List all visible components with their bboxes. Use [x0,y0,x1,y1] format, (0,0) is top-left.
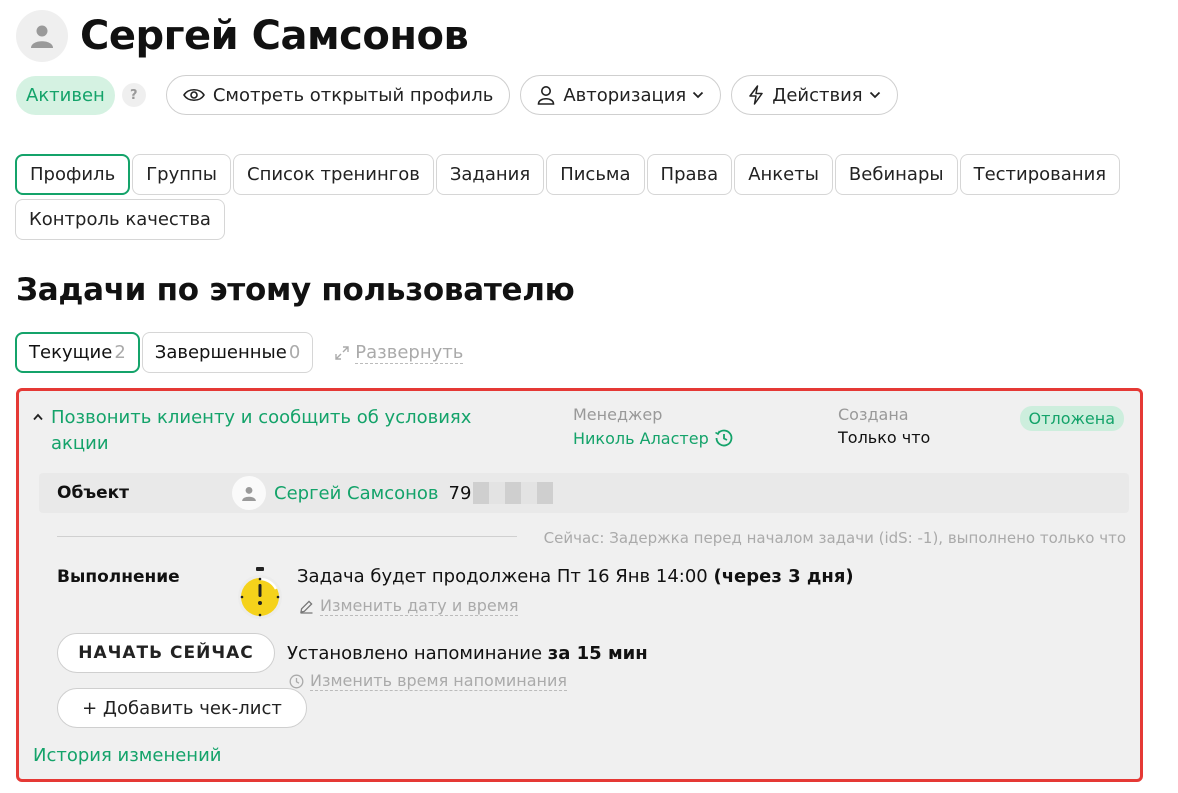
person-icon [242,486,256,501]
reminder-text: Установлено напоминание за 15 мин [287,643,648,664]
execution-relative: (через 3 дня) [713,566,854,587]
object-label: Объект [57,483,130,503]
eye-icon [182,88,205,102]
edit-date-label: Изменить дату и время [320,596,519,616]
edit-reminder-link[interactable]: Изменить время напоминания [289,671,568,691]
actions-label: Действия [772,84,863,106]
user-avatar [16,10,68,62]
task-card: Позвонить клиенту и сообщить об условиях… [16,388,1143,782]
expand-label: Развернуть [355,341,464,364]
tab-groups[interactable]: Группы [132,154,231,195]
object-content: Сергей Самсонов 79 [232,476,554,510]
object-row: Объект Сергей Самсонов 79 [39,473,1129,513]
execution-text: Задача будет продолжена Пт 16 Янв 14:00 … [297,566,854,587]
expand-icon [335,345,349,360]
history-clock-icon[interactable] [714,428,734,448]
add-checklist-button[interactable]: + Добавить чек-лист [57,688,307,728]
tab-assignments[interactable]: Задания [435,154,545,195]
page-title: Сергей Самсонов [80,13,469,59]
tab-rights[interactable]: Права [646,154,733,195]
manager-value: Николь Аластер [573,428,734,448]
tab-trainings[interactable]: Список тренингов [233,154,434,195]
subtab-completed[interactable]: Завершенные 0 [141,332,314,373]
lightning-icon [749,85,764,105]
object-phone-visible: 79 [448,482,472,504]
execution-date-text: Задача будет продолжена Пт 16 Янв 14:00 [297,566,714,587]
change-history-link[interactable]: История изменений [33,745,221,766]
created-block: Создана Только что [838,405,930,447]
chevron-up-icon [33,413,43,421]
subtab-current-label: Текущие [29,342,113,363]
reminder-prefix: Установлено напоминание [287,643,548,664]
subtab-current-count: 2 [114,342,126,363]
view-public-profile-button[interactable]: Смотреть открытый профиль [165,75,511,115]
stopwatch-icon [238,567,282,619]
task-title-link[interactable]: Позвонить клиенту и сообщить об условиях… [51,405,521,457]
chevron-down-icon [869,91,880,99]
pencil-icon [300,599,313,614]
tab-profile[interactable]: Профиль [15,154,131,195]
tasks-subtabs: Текущие 2 Завершенные 0 Развернуть [15,332,464,373]
view-public-profile-label: Смотреть открытый профиль [212,84,494,106]
object-phone: 79 [449,482,554,504]
edit-date-link[interactable]: Изменить дату и время [299,596,519,616]
tab-surveys[interactable]: Анкеты [734,154,833,195]
subtab-current[interactable]: Текущие 2 [15,332,140,373]
manager-label: Менеджер [573,405,663,424]
clock-icon [289,674,304,688]
current-step-text: Сейчас: Задержка перед началом задачи (i… [543,529,1126,547]
task-header: Позвонить клиенту и сообщить об условиях… [33,405,521,457]
task-status-badge: Отложена [1019,406,1124,431]
profile-header: Сергей Самсонов [16,10,469,62]
user-icon [538,86,555,105]
authorization-dropdown[interactable]: Авторизация [520,75,722,115]
manager-block: Менеджер Николь Аластер [573,405,734,448]
tab-tests[interactable]: Тестирования [959,154,1121,195]
subtab-completed-count: 0 [288,342,301,363]
reminder-value: за 15 мин [547,643,648,664]
object-user-link[interactable]: Сергей Самсонов [274,483,439,504]
subtab-completed-label: Завершенные [154,342,287,363]
start-now-button[interactable]: НАЧАТЬ СЕЙЧАС [57,633,275,673]
profile-tabs: Профиль Группы Список тренингов Задания … [15,154,1155,240]
manager-name-link[interactable]: Николь Аластер [573,429,709,448]
collapse-caret-icon[interactable] [33,409,43,457]
authorization-label: Авторизация [563,84,687,106]
chevron-down-icon [693,91,704,99]
created-value: Только что [838,428,931,447]
tab-letters[interactable]: Письма [546,154,645,195]
actions-dropdown[interactable]: Действия [731,75,898,115]
status-row: Активен ? Смотреть открытый профиль Авто… [16,75,898,115]
person-icon [31,25,53,48]
tab-webinars[interactable]: Вебинары [834,154,958,195]
execution-label: Выполнение [57,567,180,587]
phone-blur-mask [473,482,554,504]
tab-quality-control[interactable]: Контроль качества [15,199,225,240]
created-label: Создана [838,405,909,424]
expand-link[interactable]: Развернуть [335,341,464,364]
edit-reminder-label: Изменить время напоминания [310,671,568,691]
divider [57,536,517,537]
help-button[interactable]: ? [121,83,146,107]
tasks-section-title: Задачи по этому пользователю [16,272,575,308]
object-avatar [232,476,266,510]
status-badge: Активен [16,75,115,115]
